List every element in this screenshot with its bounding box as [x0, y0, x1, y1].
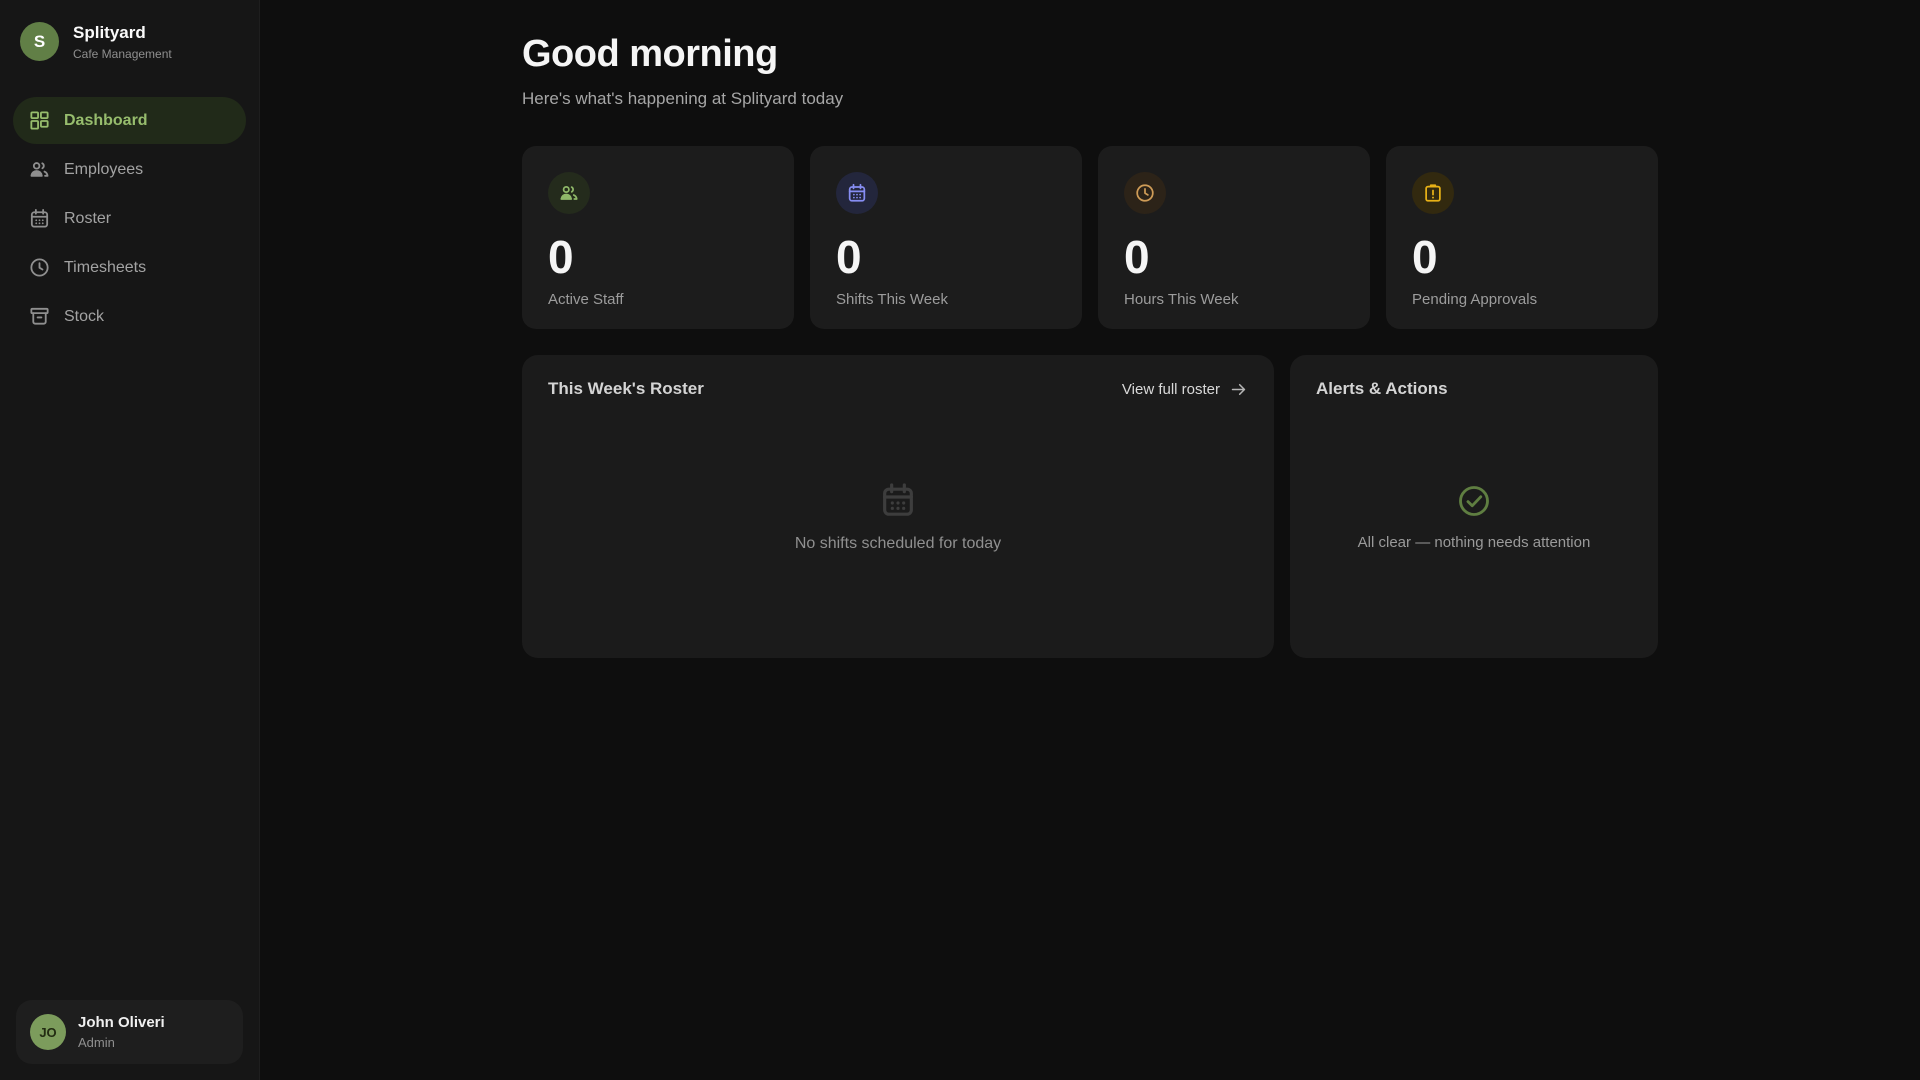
stat-card-shifts: 0 Shifts This Week [810, 146, 1082, 329]
alerts-panel-title: Alerts & Actions [1316, 379, 1448, 398]
panels-row: This Week's Roster View full roster No s… [522, 355, 1658, 658]
roster-panel-title: This Week's Roster [548, 379, 704, 398]
brand-logo: S [20, 22, 59, 61]
roster-panel: This Week's Roster View full roster No s… [522, 355, 1274, 658]
main-area: Good morning Here's what's happening at … [260, 0, 1920, 658]
sidebar-item-stock[interactable]: Stock [13, 293, 246, 340]
page-title: Good morning [522, 33, 778, 75]
sidebar-nav: Dashboard Employees Roster Timesheets St… [0, 97, 259, 340]
stat-card-approvals: 0 Pending Approvals [1386, 146, 1658, 329]
check-circle-icon [1456, 483, 1492, 519]
sidebar-item-label: Dashboard [64, 111, 148, 129]
people-icon [548, 172, 590, 214]
user-role: Admin [78, 1035, 115, 1050]
user-card[interactable]: JO John Oliveri Admin [16, 1000, 243, 1064]
stat-label: Shifts This Week [836, 291, 948, 308]
clock-icon [1124, 172, 1166, 214]
stat-value: 0 [1412, 231, 1438, 283]
sidebar-item-dashboard[interactable]: Dashboard [13, 97, 246, 144]
clipboard-alert-icon [1412, 172, 1454, 214]
stat-value: 0 [548, 231, 574, 283]
sidebar-item-label: Stock [64, 307, 105, 325]
view-full-roster-link[interactable]: View full roster [1122, 380, 1248, 399]
stat-label: Pending Approvals [1412, 291, 1538, 308]
sidebar: S Splityard Cafe Management Dashboard Em… [0, 0, 260, 1080]
sidebar-item-roster[interactable]: Roster [13, 195, 246, 242]
alerts-empty-text: All clear — nothing needs attention [1357, 533, 1591, 551]
user-name: John Oliveri [78, 1014, 165, 1031]
dashboard-icon [28, 109, 51, 132]
people-icon [28, 158, 51, 181]
sidebar-item-label: Employees [64, 160, 144, 178]
arrow-right-icon [1229, 380, 1248, 399]
calendar-icon [28, 207, 51, 230]
avatar: JO [30, 1014, 66, 1050]
sidebar-item-label: Timesheets [64, 258, 147, 276]
calendar-icon [878, 480, 918, 520]
stat-value: 0 [1124, 231, 1150, 283]
view-full-roster-label: View full roster [1121, 380, 1220, 398]
sidebar-item-timesheets[interactable]: Timesheets [13, 244, 246, 291]
calendar-icon [836, 172, 878, 214]
stat-card-hours: 0 Hours This Week [1098, 146, 1370, 329]
alerts-panel: Alerts & Actions All clear — nothing nee… [1290, 355, 1658, 658]
archive-icon [28, 305, 51, 328]
stats-row: 0 Active Staff 0 Shifts This Week 0 Hour… [522, 146, 1658, 329]
stat-card-active-staff: 0 Active Staff [522, 146, 794, 329]
clock-icon [28, 256, 51, 279]
sidebar-item-label: Roster [64, 209, 112, 227]
roster-empty-text: No shifts scheduled for today [794, 535, 1002, 552]
brand-subtitle: Cafe Management [73, 46, 172, 61]
page-subtitle: Here's what's happening at Splityard tod… [522, 89, 844, 108]
stat-label: Active Staff [548, 291, 624, 308]
brand-name: Splityard [73, 22, 146, 42]
stat-value: 0 [836, 231, 862, 283]
brand: S Splityard Cafe Management [0, 0, 259, 61]
stat-label: Hours This Week [1124, 291, 1239, 308]
sidebar-item-employees[interactable]: Employees [13, 146, 246, 193]
